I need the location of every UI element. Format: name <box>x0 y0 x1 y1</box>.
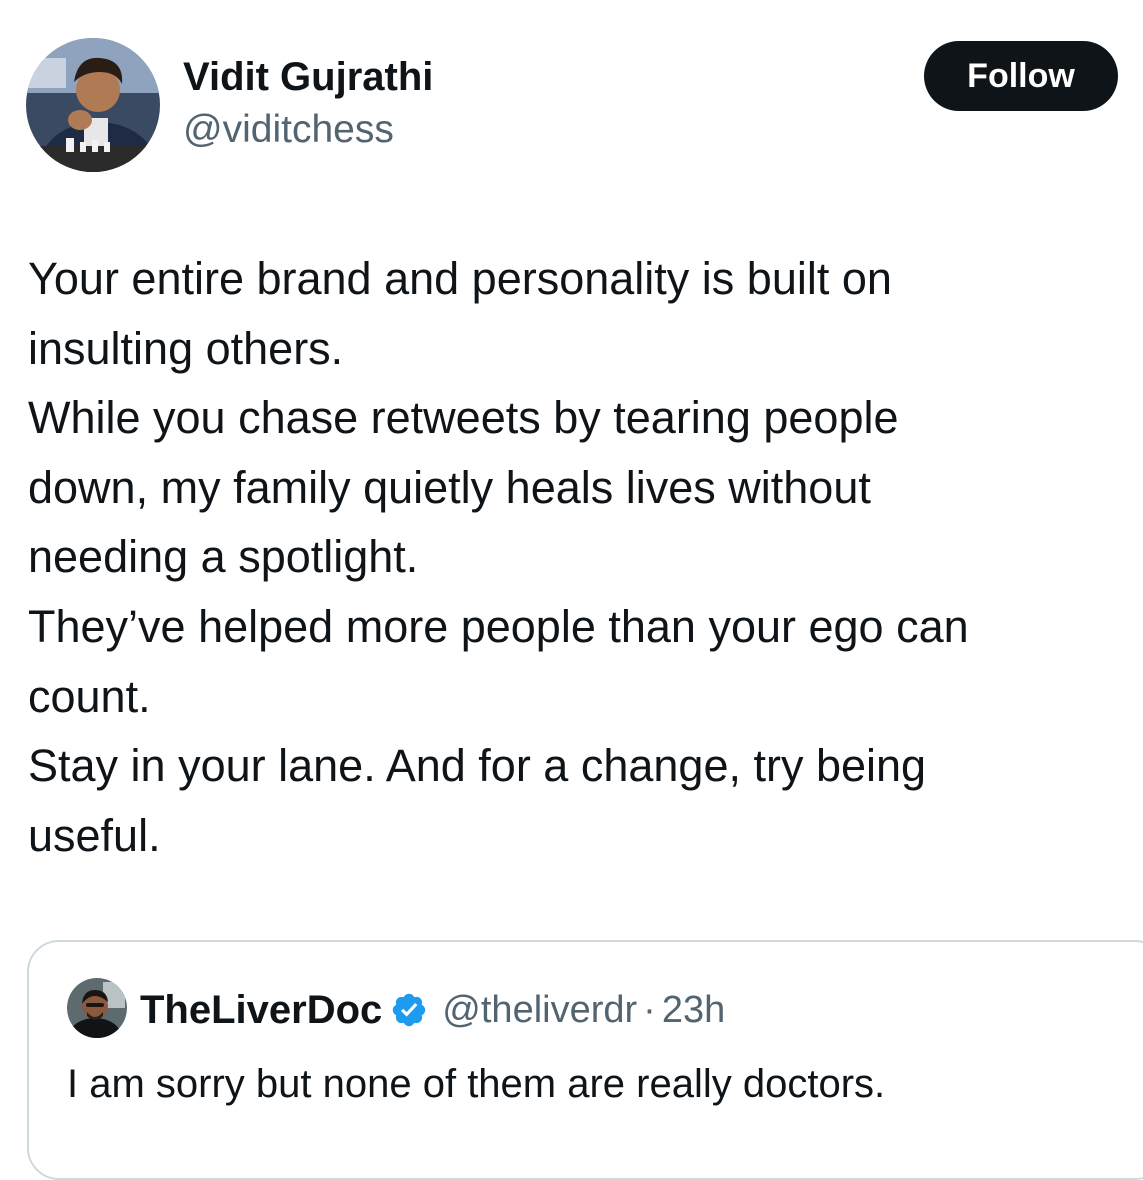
tweet-text-line: count. <box>28 670 151 722</box>
verified-badge-icon <box>390 991 428 1029</box>
quoted-author-handle[interactable]: @theliverdr <box>442 989 637 1032</box>
quoted-tweet-text: I am sorry but none of them are really d… <box>67 1062 886 1106</box>
tweet-text-line: down, my family quietly heals lives with… <box>28 461 871 513</box>
separator-dot: · <box>643 988 656 1031</box>
quoted-tweet-timestamp[interactable]: 23h <box>662 989 725 1032</box>
tweet-text-line: Your entire brand and personality is bui… <box>28 253 892 304</box>
tweet-text-line: They’ve helped more people than your ego… <box>28 600 969 652</box>
tweet-text-line: needing a spotlight. <box>28 531 419 583</box>
tweet-text-line: useful. <box>28 809 161 861</box>
tweet-text-line: While you chase retweets by tearing peop… <box>28 392 899 444</box>
follow-button[interactable]: Follow <box>924 41 1118 111</box>
tweet-text-line: Stay in your lane. And for a change, try… <box>28 740 927 792</box>
tweet-text-line: insulting others. <box>28 322 344 374</box>
author-name[interactable]: Vidit Gujrathi <box>183 52 433 102</box>
tweet-text: Your entire brand and personality is bui… <box>28 244 1128 870</box>
author-avatar[interactable] <box>26 38 160 172</box>
quoted-author-name[interactable]: TheLiverDoc <box>140 988 382 1033</box>
quoted-tweet-header: TheLiverDoc @theliverdr · 23h <box>140 984 725 1036</box>
quoted-author-avatar[interactable] <box>67 978 127 1038</box>
author-handle[interactable]: @viditchess <box>183 106 394 154</box>
